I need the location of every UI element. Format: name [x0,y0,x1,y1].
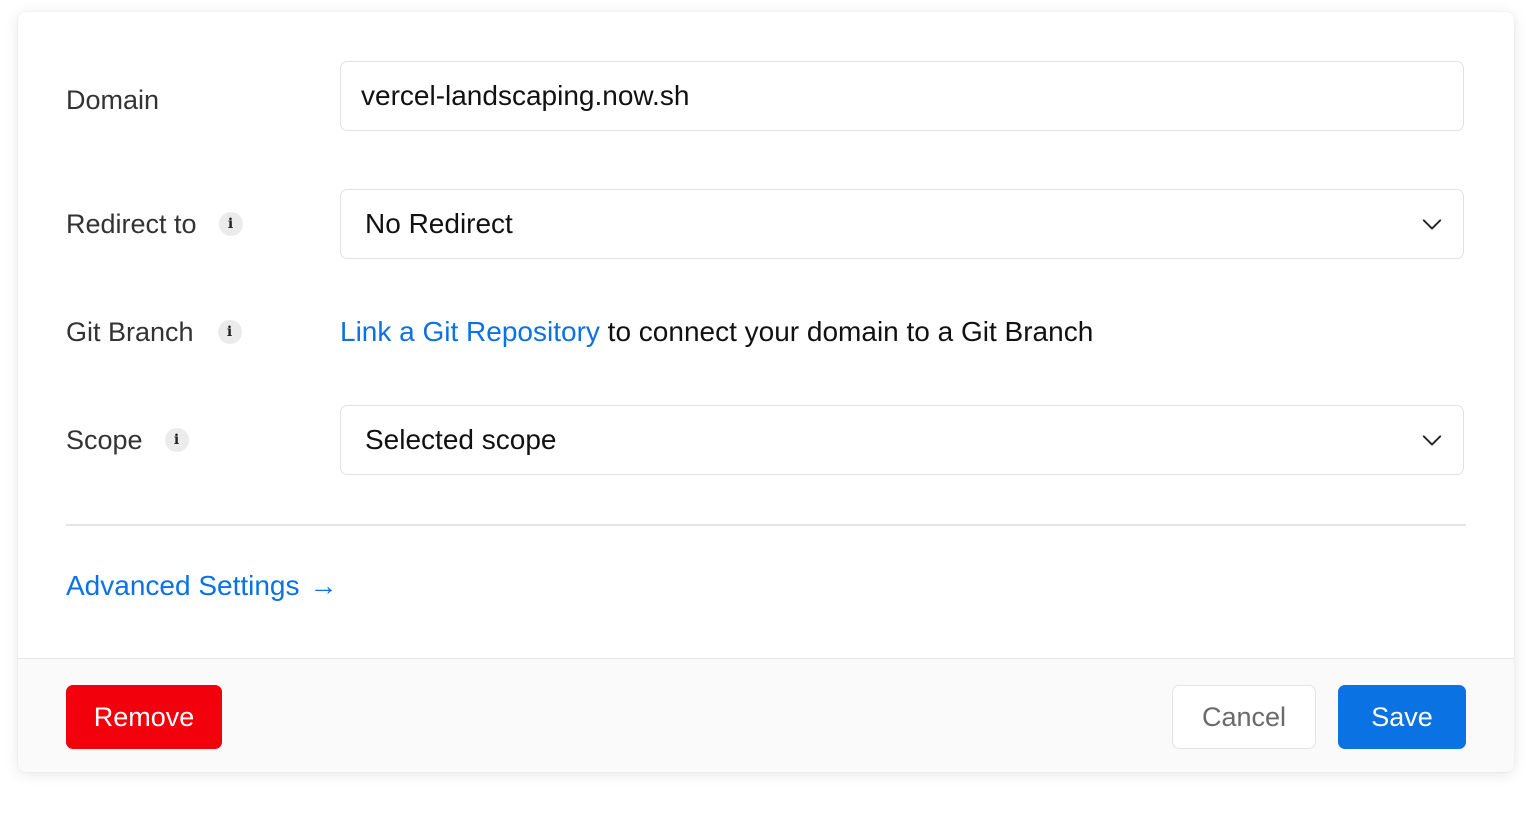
remove-button[interactable]: Remove [66,685,222,749]
scope-select-value: Selected scope [365,424,557,455]
advanced-settings-label: Advanced Settings [66,570,300,601]
info-icon[interactable]: i [218,212,243,236]
info-icon[interactable]: i [217,320,242,344]
chevron-down-icon [1422,435,1442,446]
card-footer: Remove Cancel Save [18,658,1514,772]
git-branch-label: Git Branch i [66,312,242,352]
cancel-button[interactable]: Cancel [1172,685,1316,749]
git-branch-label-text: Git Branch [66,316,194,347]
domain-input[interactable] [341,62,1463,130]
scope-label-text: Scope [66,424,143,455]
chevron-down-icon [1422,219,1442,230]
redirect-select-value: No Redirect [365,208,513,239]
git-branch-message: Link a Git Repository to connect your do… [340,312,1093,352]
git-branch-suffix-text: to connect your domain to a Git Branch [599,316,1094,347]
domain-label: Domain [66,80,159,120]
info-icon[interactable]: i [164,428,189,452]
domain-label-text: Domain [66,84,160,115]
redirect-label: Redirect to i [66,204,243,244]
section-divider [66,524,1466,526]
domain-field[interactable] [340,61,1464,131]
arrow-right-icon: → [309,570,338,601]
redirect-select[interactable]: No Redirect [340,189,1464,259]
save-button[interactable]: Save [1338,685,1466,749]
advanced-settings-link[interactable]: Advanced Settings → [66,570,338,602]
domain-settings-card: Domain Redirect to i No Redirect Git Bra… [18,12,1514,772]
scope-select[interactable]: Selected scope [340,405,1464,475]
redirect-label-text: Redirect to [66,208,197,239]
scope-label: Scope i [66,420,189,460]
link-git-repository-link[interactable]: Link a Git Repository [340,316,600,348]
